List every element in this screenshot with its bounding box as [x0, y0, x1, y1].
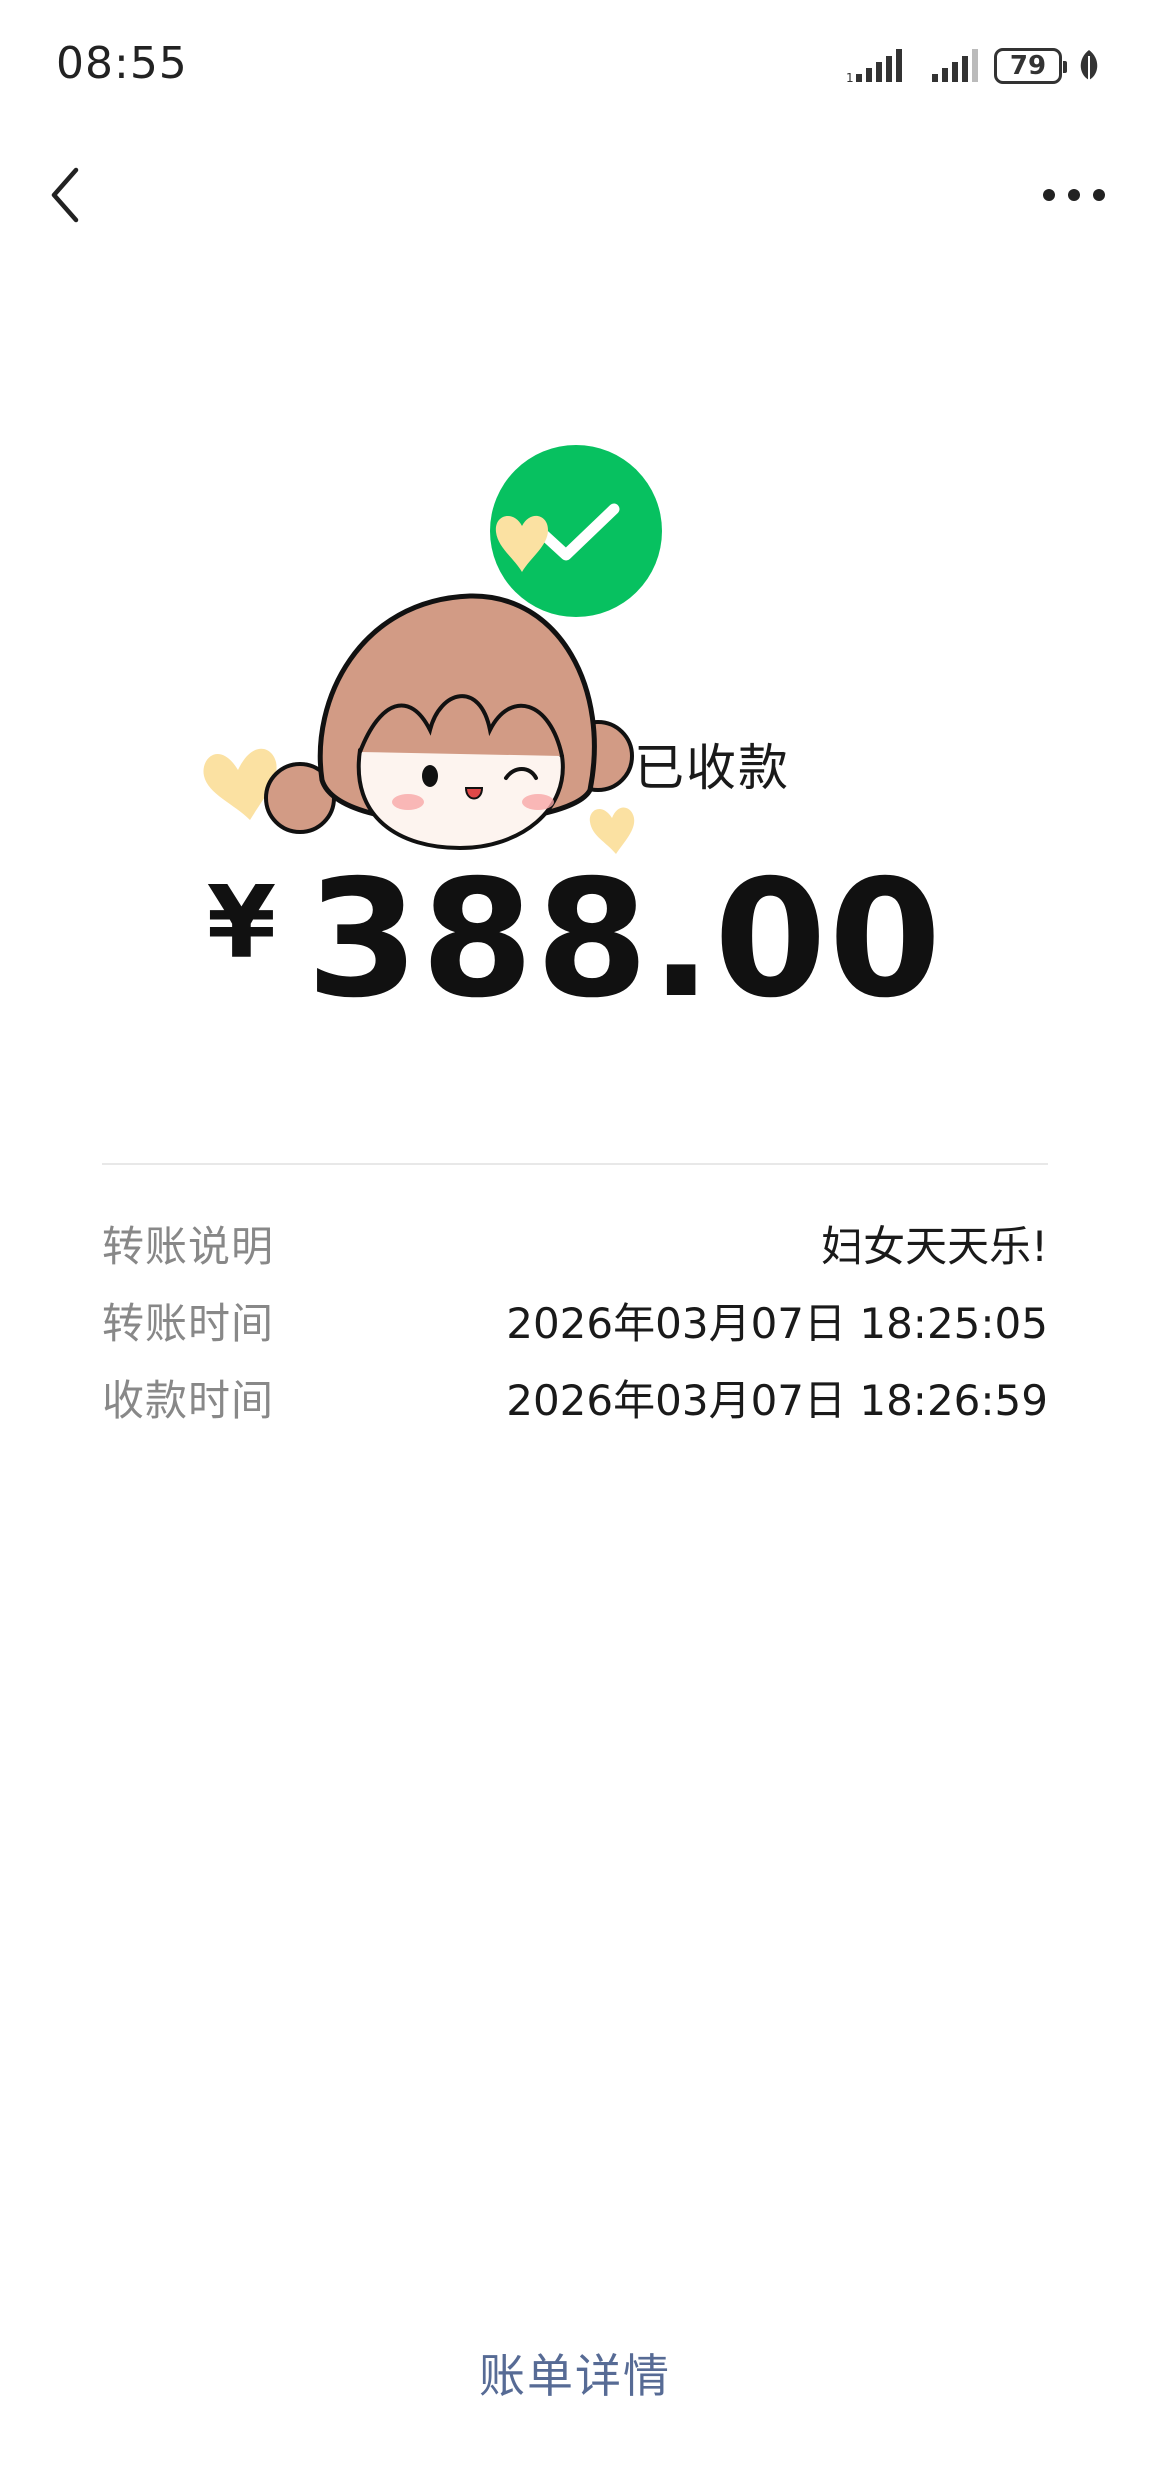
more-button[interactable]	[1034, 170, 1114, 220]
status-time: 08:55	[56, 38, 188, 89]
signal-strength-icon	[932, 49, 978, 82]
currency-symbol: ¥	[206, 864, 277, 981]
received-status-label: 已收款	[634, 739, 790, 797]
detail-label: 转账说明	[102, 1221, 275, 1271]
chevron-left-icon	[51, 167, 79, 223]
divider	[102, 1163, 1048, 1165]
heart-icon	[495, 515, 548, 572]
more-dots-icon	[1043, 189, 1105, 201]
back-button[interactable]	[40, 160, 90, 230]
detail-row-transfer-note: 转账说明 妇女天天乐!	[102, 1208, 1048, 1278]
heart-icon	[203, 748, 277, 820]
leaf-icon	[1080, 50, 1098, 82]
amount-value: 388.00	[306, 846, 944, 1034]
detail-value: 妇女天天乐!	[821, 1221, 1048, 1271]
transfer-receipt-screen: 08:55 1 79 已收款 ¥ 388.00 转账说明 妇女天天乐! 转账时间…	[0, 0, 1150, 2483]
svg-text:1: 1	[846, 71, 854, 85]
bill-details-link[interactable]: 账单详情	[0, 2340, 1150, 2406]
detail-value: 2026年03月07日 18:26:59	[506, 1375, 1048, 1425]
detail-label: 转账时间	[102, 1298, 275, 1348]
detail-row-receive-time: 收款时间 2026年03月07日 18:26:59	[102, 1362, 1048, 1432]
battery-icon: 79	[994, 48, 1067, 84]
detail-row-transfer-time: 转账时间 2026年03月07日 18:25:05	[102, 1285, 1048, 1355]
signal-strength-icon: 1	[846, 49, 902, 85]
battery-level: 79	[1009, 51, 1047, 81]
status-icons: 1 79	[846, 42, 1102, 90]
detail-label: 收款时间	[102, 1375, 275, 1425]
transfer-amount: ¥388.00	[0, 846, 1150, 1034]
detail-value: 2026年03月07日 18:25:05	[506, 1298, 1048, 1348]
girl-sticker-image	[203, 593, 635, 854]
